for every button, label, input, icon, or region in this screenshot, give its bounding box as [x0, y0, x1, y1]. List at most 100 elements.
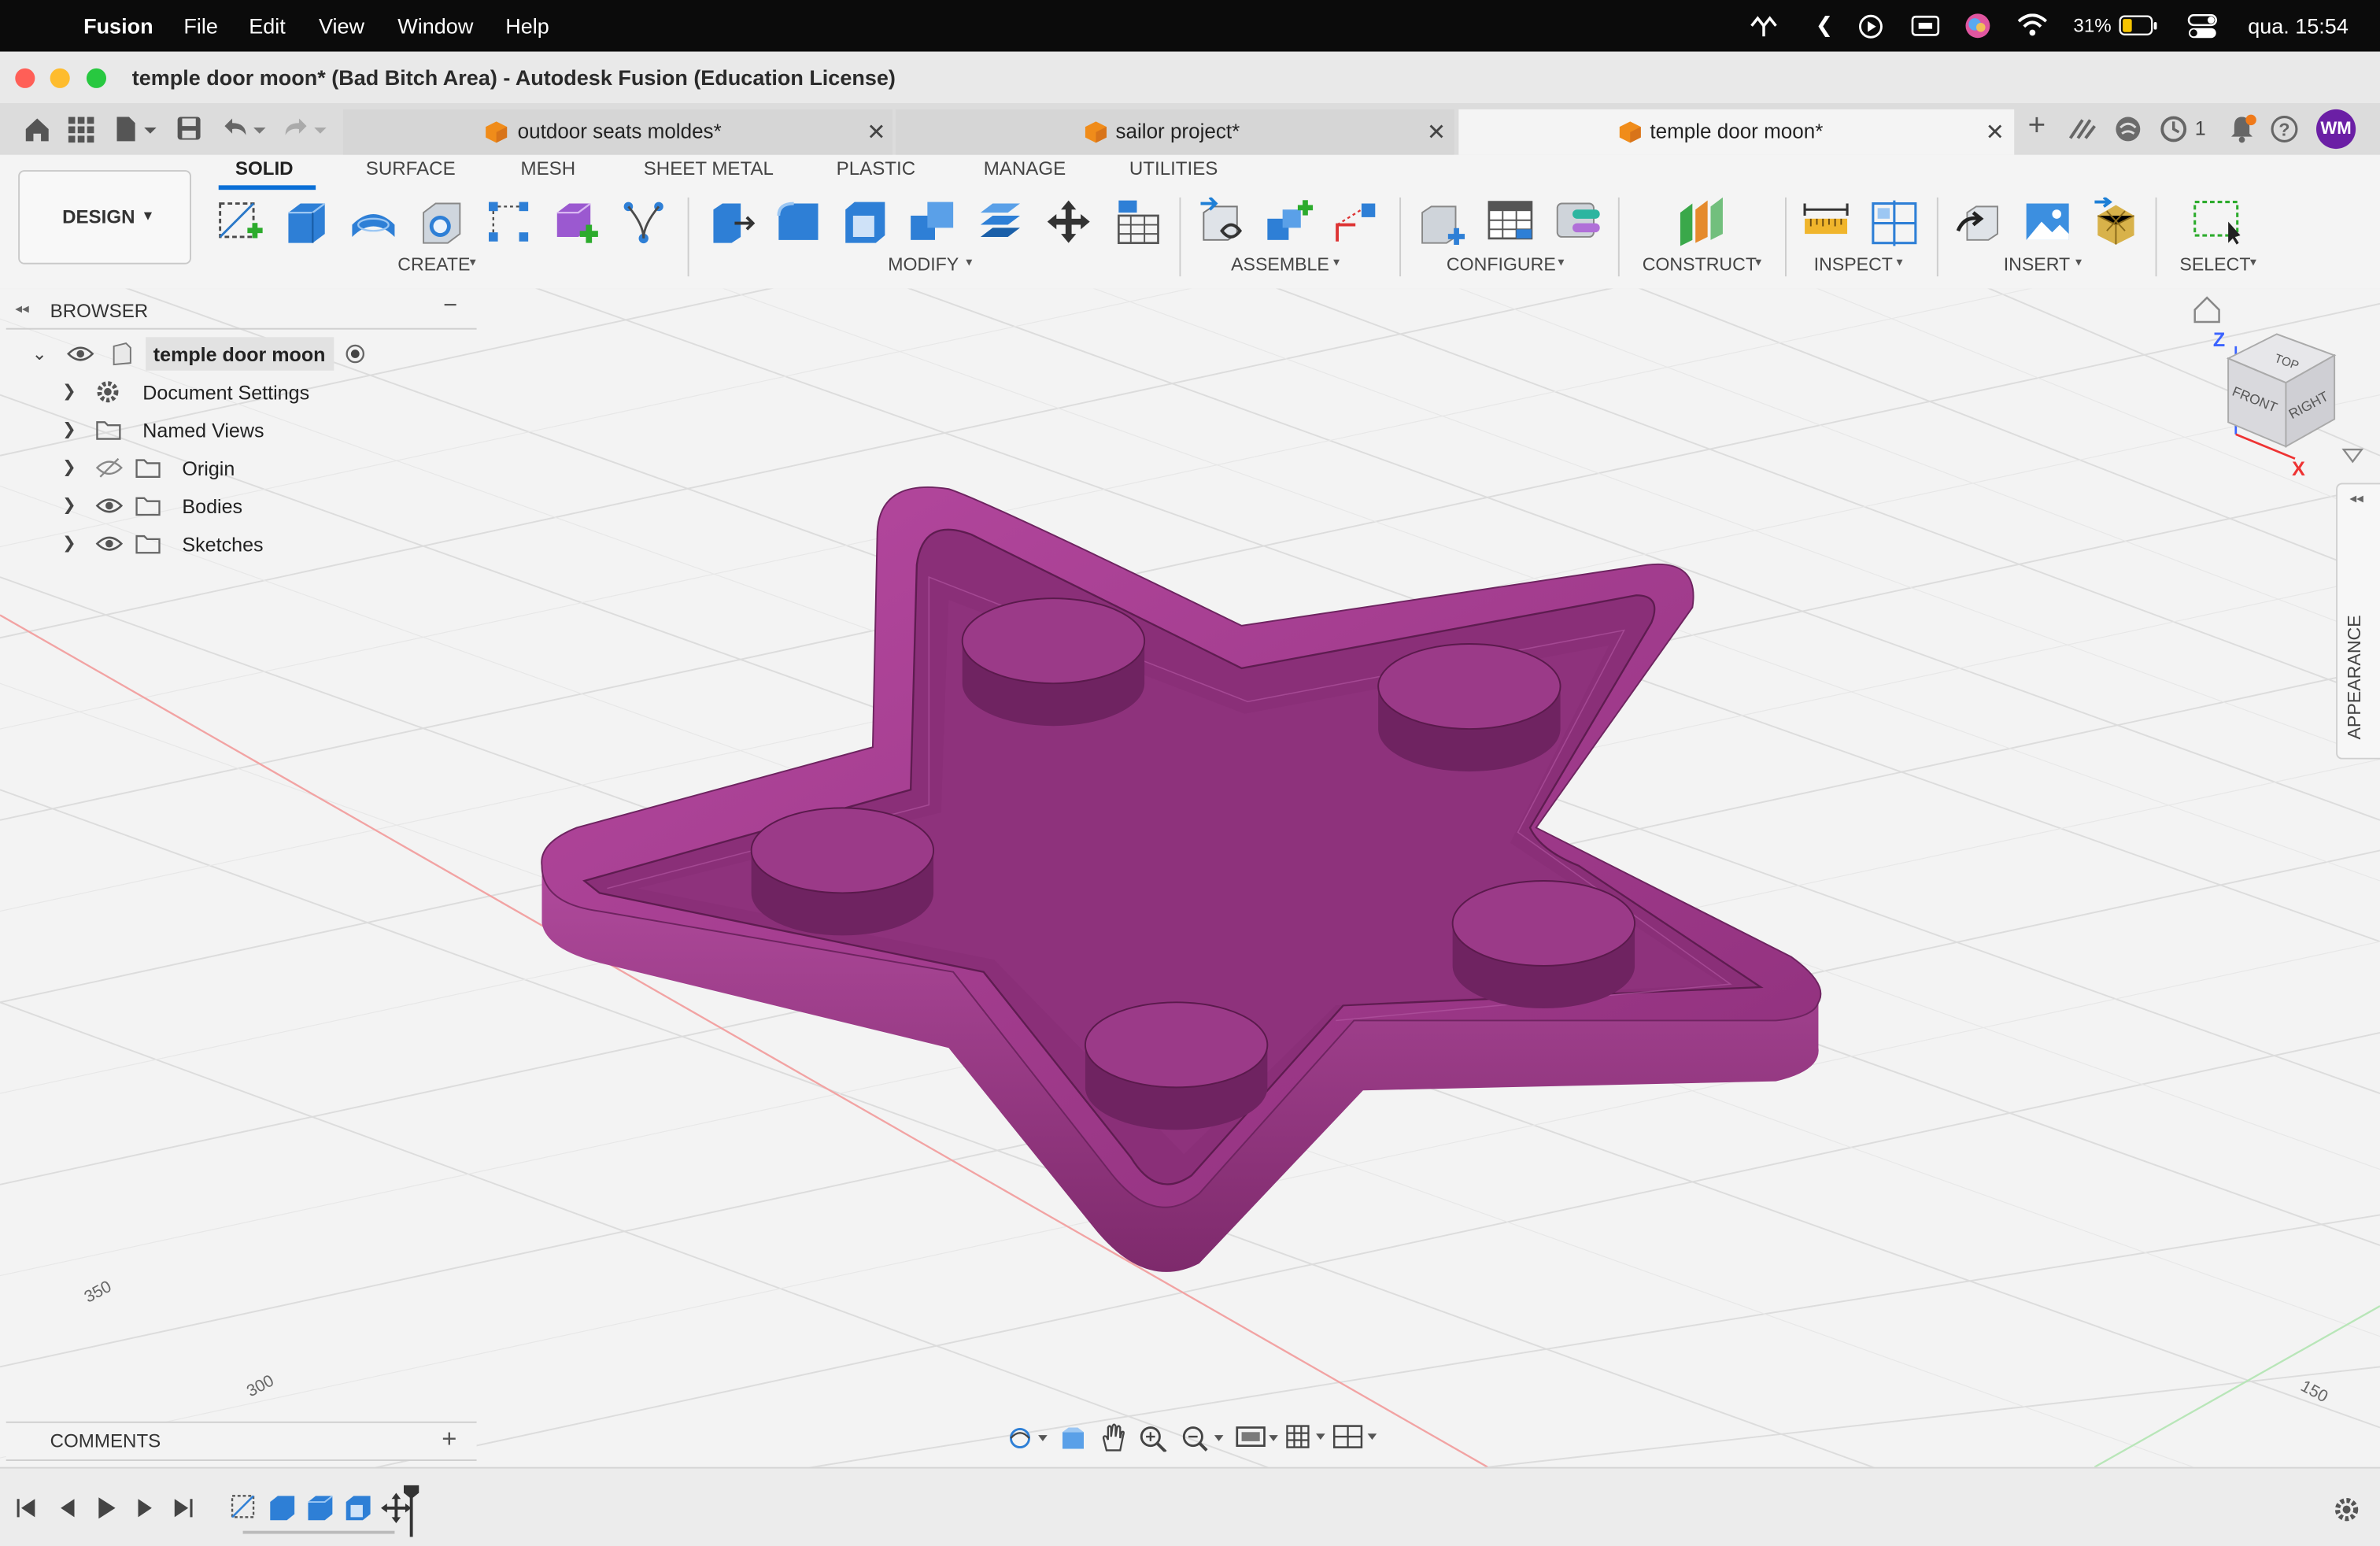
appearance-panel-tab[interactable]: ◂◂ APPEARANCE: [2336, 483, 2380, 760]
timeline-settings-gear-icon[interactable]: [2333, 1496, 2360, 1523]
display-icon[interactable]: [1911, 15, 1940, 38]
move-copy-icon[interactable]: [1044, 198, 1093, 246]
fit-window-icon[interactable]: [1181, 1423, 1226, 1452]
measure-icon[interactable]: [1802, 198, 1850, 246]
new-tab-plus-icon[interactable]: +: [2028, 109, 2046, 144]
revolve-icon[interactable]: [349, 198, 398, 246]
group-select[interactable]: SELECT: [2179, 253, 2250, 275]
browser-item-origin[interactable]: ❯ Origin: [6, 451, 386, 484]
menu-edit[interactable]: Edit: [249, 13, 286, 38]
browser-item-named-views[interactable]: ❯ Named Views: [6, 413, 386, 446]
chevron-right-icon[interactable]: ❯: [62, 495, 76, 515]
change-parameters-icon[interactable]: [1113, 198, 1162, 246]
fillet-icon[interactable]: [774, 198, 823, 246]
viewports-icon[interactable]: [1332, 1423, 1381, 1452]
group-modify[interactable]: MODIFY: [888, 253, 959, 275]
section-analysis-icon[interactable]: [1870, 198, 1919, 246]
tab-surface[interactable]: SURFACE: [366, 158, 456, 179]
chevron-down-icon[interactable]: ⌄: [31, 343, 46, 364]
combine-icon[interactable]: [907, 198, 956, 246]
browser-root-node[interactable]: ⌄ temple door moon: [6, 337, 386, 371]
tab-temple-door-moon[interactable]: temple door moon* ✕: [1458, 109, 2015, 155]
configuration-rules-icon[interactable]: [1554, 198, 1603, 246]
browser-item-bodies[interactable]: ❯ Bodies: [6, 489, 386, 522]
group-create[interactable]: CREATE: [397, 253, 470, 275]
zoom-icon[interactable]: [1138, 1423, 1169, 1452]
home-icon[interactable]: [23, 116, 52, 143]
visibility-eye-icon[interactable]: [95, 533, 124, 554]
offset-plane-icon[interactable]: [1677, 197, 1726, 246]
chevron-right-icon[interactable]: ❯: [62, 419, 76, 438]
insert-mesh-icon[interactable]: [2092, 197, 2141, 246]
close-window-button[interactable]: [15, 68, 35, 88]
tab-utilities[interactable]: UTILITIES: [1129, 158, 1218, 179]
remote-access-icon[interactable]: [1749, 13, 1779, 38]
online-status-icon[interactable]: [2114, 116, 2142, 143]
extensions-icon[interactable]: [2068, 117, 2098, 142]
group-construct[interactable]: CONSTRUCT: [1643, 253, 1757, 275]
configuration-table-icon[interactable]: [1486, 198, 1535, 246]
activate-radio-icon[interactable]: [345, 343, 366, 364]
group-assemble[interactable]: ASSEMBLE: [1231, 253, 1329, 275]
new-component-icon[interactable]: [551, 198, 600, 246]
menu-help[interactable]: Help: [505, 13, 549, 38]
orbit-icon[interactable]: [1008, 1425, 1051, 1452]
undo-icon[interactable]: [220, 116, 269, 143]
chevron-right-icon[interactable]: ❯: [62, 381, 76, 401]
workspace-switcher[interactable]: DESIGN ▼: [18, 170, 191, 264]
new-component-assemble-icon[interactable]: [1198, 197, 1247, 246]
chevron-left-icon[interactable]: ❮: [1816, 12, 1834, 38]
step-forward-icon[interactable]: [135, 1497, 157, 1518]
browser-item-document-settings[interactable]: ❯ Document Settings: [6, 375, 386, 409]
visibility-eye-icon[interactable]: [95, 495, 124, 516]
timeline-extrude-feature-icon[interactable]: [265, 1492, 298, 1525]
go-to-start-icon[interactable]: [15, 1497, 36, 1518]
save-icon[interactable]: [176, 116, 202, 142]
insert-canvas-icon[interactable]: [2023, 198, 2072, 246]
timeline-marker[interactable]: [402, 1484, 420, 1538]
tab-outdoor-seats-moldes[interactable]: outdoor seats moldes* ✕: [342, 109, 893, 155]
grid-snaps-icon[interactable]: [1284, 1423, 1330, 1452]
shell-icon[interactable]: [841, 198, 889, 246]
menu-view[interactable]: View: [319, 13, 364, 38]
view-cube[interactable]: TOP FRONT RIGHT Z X: [2186, 294, 2352, 477]
create-configuration-icon[interactable]: [1417, 198, 1466, 246]
notifications-bell-icon[interactable]: [2227, 114, 2257, 145]
hole-icon[interactable]: [417, 198, 466, 246]
tab-plastic[interactable]: PLASTIC: [837, 158, 915, 179]
press-pull-icon[interactable]: [708, 198, 756, 246]
viewcube-menu-icon[interactable]: [2341, 445, 2365, 466]
wifi-icon[interactable]: [2017, 13, 2048, 36]
joint-icon[interactable]: [1264, 198, 1314, 246]
play-icon[interactable]: [94, 1496, 119, 1520]
chevron-right-icon[interactable]: ❯: [62, 533, 76, 553]
go-to-end-icon[interactable]: [173, 1497, 194, 1518]
hidden-eye-icon[interactable]: [95, 457, 123, 479]
collapse-arrows-icon[interactable]: ◂◂: [2349, 490, 2363, 507]
tab-mesh[interactable]: MESH: [520, 158, 575, 179]
siri-icon[interactable]: [1964, 12, 1992, 39]
step-back-icon[interactable]: [56, 1497, 77, 1518]
job-status-clock-icon[interactable]: [2160, 116, 2187, 143]
help-icon[interactable]: ?: [2271, 116, 2298, 143]
play-circle-icon[interactable]: [1858, 13, 1884, 39]
control-center-icon[interactable]: [2187, 13, 2218, 39]
timeline-sketch-feature-icon[interactable]: [227, 1492, 261, 1525]
pan-hand-icon[interactable]: [1099, 1423, 1126, 1452]
timeline-shell-feature-icon[interactable]: [342, 1492, 375, 1525]
close-tab-icon[interactable]: ✕: [1986, 118, 2005, 146]
group-inspect[interactable]: INSPECT: [1814, 253, 1893, 275]
tab-solid[interactable]: SOLID: [235, 158, 294, 179]
window-select-icon[interactable]: [2192, 198, 2241, 246]
visibility-eye-icon[interactable]: [67, 343, 94, 364]
redo-icon[interactable]: [281, 116, 330, 143]
user-avatar[interactable]: WM: [2315, 109, 2356, 150]
add-comment-icon[interactable]: +: [442, 1425, 456, 1455]
look-at-icon[interactable]: [1059, 1425, 1087, 1452]
clock[interactable]: qua. 15:54: [2248, 13, 2349, 38]
browser-item-sketches[interactable]: ❯ Sketches: [6, 527, 386, 560]
zoom-window-button[interactable]: [86, 68, 106, 88]
comments-panel[interactable]: COMMENTS +: [6, 1421, 477, 1461]
as-built-joint-icon[interactable]: [1331, 198, 1380, 246]
extrude-icon[interactable]: [283, 198, 331, 246]
